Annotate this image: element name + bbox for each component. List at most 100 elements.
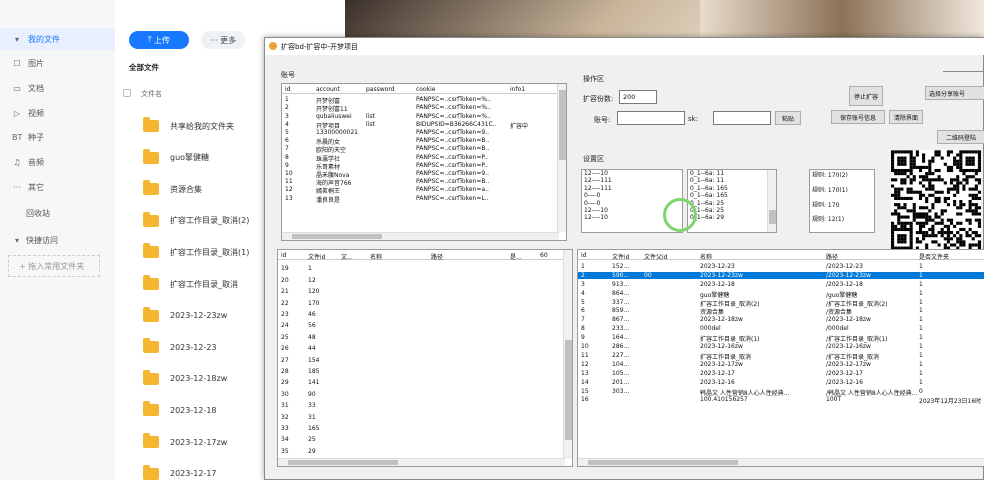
account-input[interactable] [617, 111, 685, 125]
window-titlebar[interactable]: 扩容bd-扩容中-开梦项目 [265, 38, 984, 55]
settings-line[interactable]: 规则: 170(2) [810, 170, 874, 177]
column-header[interactable]: id [281, 252, 306, 259]
table-row[interactable]: 26 44 [278, 345, 572, 353]
settings-list-2-scrollbar[interactable] [767, 170, 776, 232]
scroll-thumb[interactable] [588, 460, 738, 465]
sidebar-item-0[interactable]: ▾ 我的文件 [0, 28, 115, 50]
table-row[interactable]: 21 120 [278, 288, 572, 296]
settings-line[interactable]: 0_1--6a: 11 [688, 170, 776, 177]
table-row[interactable]: 3 qubaliuswei list PANPSC=..csrfToken=%.. [282, 113, 566, 121]
column-header[interactable]: password [366, 86, 414, 93]
sidebar-item-1[interactable]: ☐ 图片 [0, 52, 115, 74]
column-header[interactable]: 是... [510, 252, 538, 261]
table-row[interactable]: 31 33 [278, 402, 572, 410]
column-header[interactable]: 路径 [431, 252, 508, 261]
account-table-scrollbar[interactable] [557, 84, 566, 232]
column-header[interactable]: 名称 [700, 252, 824, 261]
stop-expand-button[interactable]: 停止扩容 [849, 86, 883, 106]
sidebar-item-9[interactable]: + 拖入常用文件夹 [8, 255, 100, 277]
sidebar-item-2[interactable]: ▭ 文档 [0, 77, 115, 99]
column-header[interactable]: id [581, 252, 610, 259]
column-header[interactable]: 是否文件夹 [919, 252, 957, 261]
table-row[interactable]: 5 13300000021 PANPSC=..csrfToken=9.. [282, 129, 566, 137]
upload-button[interactable]: ⤒ 上传 [129, 31, 189, 49]
column-header[interactable]: 名称 [370, 252, 429, 261]
table-row[interactable]: 27 154 [278, 357, 572, 365]
settings-line[interactable]: 0----0 [582, 192, 682, 199]
table-row[interactable]: 11 227... 扩容工作目录_取消/扩容工作目录_取消 1 [578, 352, 984, 361]
expand-count-input[interactable]: 200 [619, 90, 657, 104]
settings-line[interactable]: 12----111 [582, 185, 682, 192]
table-row[interactable]: 13 潘良良是 PANPSC=..csrfToken=L.. [282, 195, 566, 204]
sidebar-item-7[interactable]: 回收站 [0, 202, 115, 224]
table-row[interactable]: 9 乐哥素材 PANPSC=..csrfToken=P.. [282, 162, 566, 171]
table-row[interactable]: 20 12 [278, 277, 572, 285]
table-row[interactable]: 10 286... 2023-12-16zw/2023-12-16zw 1 [578, 343, 984, 351]
table-row[interactable]: 10 晶禾腹Nova PANPSC=..csrfToken=9.. [282, 170, 566, 179]
settings-line[interactable]: 0_1--6a: 25 [688, 207, 776, 214]
left-file-table[interactable]: id 文件id 文... 名称 路径 是... 60 19 1 20 12 21 120 22 170 23 4… [277, 249, 573, 467]
table-row[interactable]: 4 864... guo擎健糖/guo擎健糖 1 [578, 290, 984, 299]
column-filename[interactable]: 文件名 [141, 89, 162, 99]
column-header[interactable]: 文... [341, 252, 368, 261]
table-row[interactable]: 5 337... 扩容工作目录_取消(2) /扩容工作目录_取消(2) 1 [578, 299, 984, 308]
clear-ui-button[interactable]: 清除界面 [889, 110, 923, 124]
table-row[interactable]: 4 开梦项目 list BIDUPSID=B36266C431C.. 扩容中 [282, 121, 566, 130]
account-table[interactable]: id account password cookie info1 1 开梦创富 PANPSC=… [281, 83, 567, 241]
settings-list-2[interactable]: 0_1--6a: 11 0_1--6a: 11 0_1--6a: 165 0_1--6… [687, 169, 777, 233]
select-all-checkbox[interactable] [123, 89, 131, 97]
table-row[interactable]: 23 46 [278, 311, 572, 319]
right-table-hscrollbar[interactable] [578, 458, 984, 466]
table-row[interactable]: 12 104... 2023-12-17zw/2023-12-17zw 1 [578, 361, 984, 369]
column-header[interactable]: cookie [416, 86, 508, 93]
column-header[interactable]: 文件父id [644, 252, 698, 261]
settings-line[interactable] [810, 207, 874, 214]
table-row[interactable]: 19 1 [278, 265, 572, 273]
sk-input[interactable] [713, 111, 771, 125]
table-row[interactable]: 8 233... 000del/000del 1 [578, 325, 984, 333]
scroll-thumb[interactable] [288, 460, 398, 465]
settings-line[interactable]: 0_1--6a: 25 [688, 200, 776, 207]
settings-line[interactable]: 12----111 [582, 177, 682, 184]
table-row[interactable]: 24 56 [278, 322, 572, 330]
settings-line[interactable] [810, 177, 874, 184]
settings-line[interactable]: 0_1--6a: 165 [688, 185, 776, 192]
right-file-table[interactable]: id 文件id 文件父id 名称 路径 是否文件夹 1 152... 2023-12-23/20… [577, 249, 984, 467]
left-table-hscrollbar[interactable] [278, 458, 565, 466]
settings-line[interactable]: 规则: 12(1) [810, 214, 874, 221]
scroll-thumb[interactable] [559, 90, 566, 160]
table-row[interactable]: 34 25 [278, 436, 572, 444]
column-header[interactable]: 路径 [826, 252, 917, 261]
sidebar-item-8[interactable]: ▾ 快捷访问 [0, 229, 115, 251]
table-row[interactable]: 7 欧阳的天空 PANPSC=..csrfToken=B.. [282, 145, 566, 154]
table-row[interactable]: 9 164... 扩容工作目录_取消(1) /扩容工作目录_取消(1) 1 [578, 334, 984, 343]
table-row[interactable]: 32 31 [278, 414, 572, 422]
settings-list-3[interactable]: 规则: 170(2) 规则: 170(1) 规则: 170 规则: 12(1) [809, 169, 875, 233]
table-row[interactable]: 14 201... 2023-12-16/2023-12-16 1 [578, 379, 984, 387]
scroll-thumb[interactable] [565, 340, 572, 440]
more-button[interactable]: ··· 更多 [201, 31, 245, 49]
table-row[interactable]: 2 590... 00 2023-12-23zw/2023-12-23zw 1 [578, 271, 984, 280]
table-row[interactable]: 12 嫣茗桐王 PANPSC=..csrfToken=a.. [282, 186, 566, 195]
paste-button[interactable]: 粘贴 [775, 111, 801, 125]
left-table-scrollbar[interactable] [563, 250, 572, 459]
settings-line[interactable]: 0_1--6a: 11 [688, 177, 776, 184]
table-row[interactable]: 22 170 [278, 300, 572, 308]
table-row[interactable]: 33 165 [278, 425, 572, 433]
table-row[interactable]: 15 303... 韩晶文 人性营销8人心人性经典... /韩晶文 人性营销8人心人性… [578, 388, 984, 397]
sidebar-item-6[interactable]: ··· 其它 [0, 176, 115, 198]
settings-line[interactable]: 规则: 170(1) [810, 185, 874, 192]
column-header[interactable]: id [285, 86, 314, 93]
scroll-thumb[interactable] [769, 210, 776, 224]
column-header[interactable]: 文件id [308, 252, 339, 261]
table-row[interactable]: 16 100.410156257 100T 2023年12月23日16时 [578, 396, 984, 405]
column-header[interactable]: account [316, 86, 364, 93]
qrcode-login-button[interactable]: 二维码登陆 [937, 130, 984, 144]
settings-line[interactable]: 规则: 170 [810, 200, 874, 207]
table-row[interactable]: 35 29 [278, 448, 572, 456]
table-row[interactable]: 25 48 [278, 334, 572, 342]
table-row[interactable]: 8 珠瀛学社 PANPSC=..csrfToken=P.. [282, 154, 566, 163]
settings-line[interactable]: 0_1--6a: 29 [688, 214, 776, 221]
account-table-hscrollbar[interactable] [282, 232, 559, 240]
table-row[interactable]: 13 105... 2023-12-17/2023-12-17 1 [578, 370, 984, 378]
